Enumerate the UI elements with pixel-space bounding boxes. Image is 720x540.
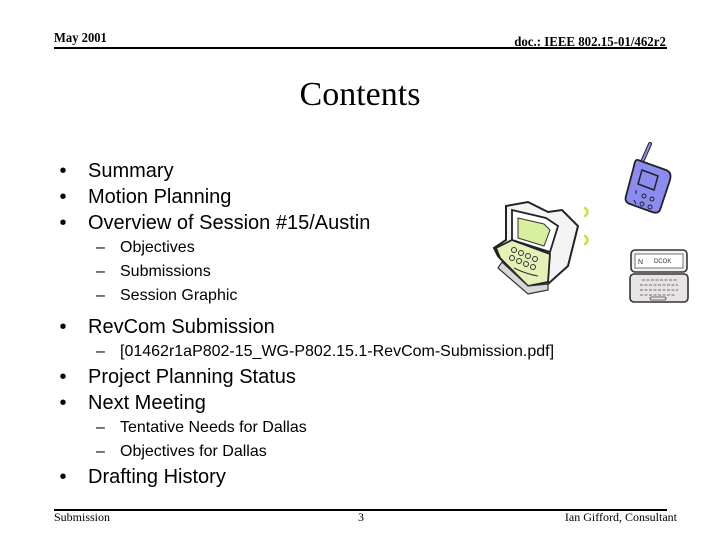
footer-author: Ian Gifford, Consultant [564,510,677,524]
dash: – [96,263,105,280]
svg-text:N: N [638,259,643,266]
bullet: • [59,186,67,208]
outline-subitem-label: Objectives for Dallas [120,443,267,460]
page-number: 3 [358,510,364,524]
outline-item-next-meeting: • Next Meeting [56,390,554,416]
mobile-phone-icon [624,142,672,214]
outline-subitem-label: Submissions [120,263,211,280]
handheld-pda-icon: N DCOK [629,249,689,303]
outline-item-label: Drafting History [88,466,226,488]
bullet: • [59,160,67,182]
outline-item-overview: • Overview of Session #15/Austin [56,210,554,236]
outline-item-summary: • Summary [56,158,554,184]
bullet: • [59,392,67,414]
outline-item-label: RevCom Submission [88,316,275,338]
outline-subitem-label: Tentative Needs for Dallas [120,419,307,436]
outline-subitem-label: Session Graphic [120,287,238,304]
bullet: • [59,466,67,488]
svg-text:DCOK: DCOK [654,259,671,265]
outline-subitem-tentative-needs: – Tentative Needs for Dallas [56,416,554,440]
footer-label: Submission [54,510,111,524]
bullet: • [59,316,67,338]
outline-subitem-label: [01462r1aP802-15_WG-P802.15.1-RevCom-Sub… [120,343,555,360]
outline-item-drafting-history: • Drafting History [56,464,554,490]
contents-outline: • Summary • Motion Planning • Overview of S… [56,158,554,490]
header-date: May 2001 [54,31,107,46]
outline-item-label: Project Planning Status [88,366,296,388]
header-rule [54,47,667,49]
outline-item-label: Overview of Session #15/Austin [88,212,371,234]
outline-subitem-objectives: – Objectives [56,236,554,260]
outline-item-project-planning: • Project Planning Status [56,364,554,390]
dash: – [96,239,105,256]
outline-subitem-submissions: – Submissions [56,260,554,284]
bullet: • [59,212,67,234]
dash: – [96,419,105,436]
outline-item-label: Summary [88,160,174,182]
outline-item-label: Next Meeting [88,392,206,414]
outline-item-revcom: • RevCom Submission [56,314,554,340]
laptop-icon [492,200,589,295]
outline-subitem-session-graphic: – Session Graphic [56,284,554,308]
dash: – [96,443,105,460]
bullet: • [59,366,67,388]
outline-subitem-label: Objectives [120,239,195,256]
outline-item-label: Motion Planning [88,186,232,208]
outline-subitem-objectives-dallas: – Objectives for Dallas [56,440,554,464]
dash: – [96,287,105,304]
slide-title: Contents [299,76,421,113]
outline-subitem-revcom-file: – [01462r1aP802-15_WG-P802.15.1-RevCom-Su… [56,340,554,364]
outline-item-motion-planning: • Motion Planning [56,184,554,210]
dash: – [96,343,105,360]
